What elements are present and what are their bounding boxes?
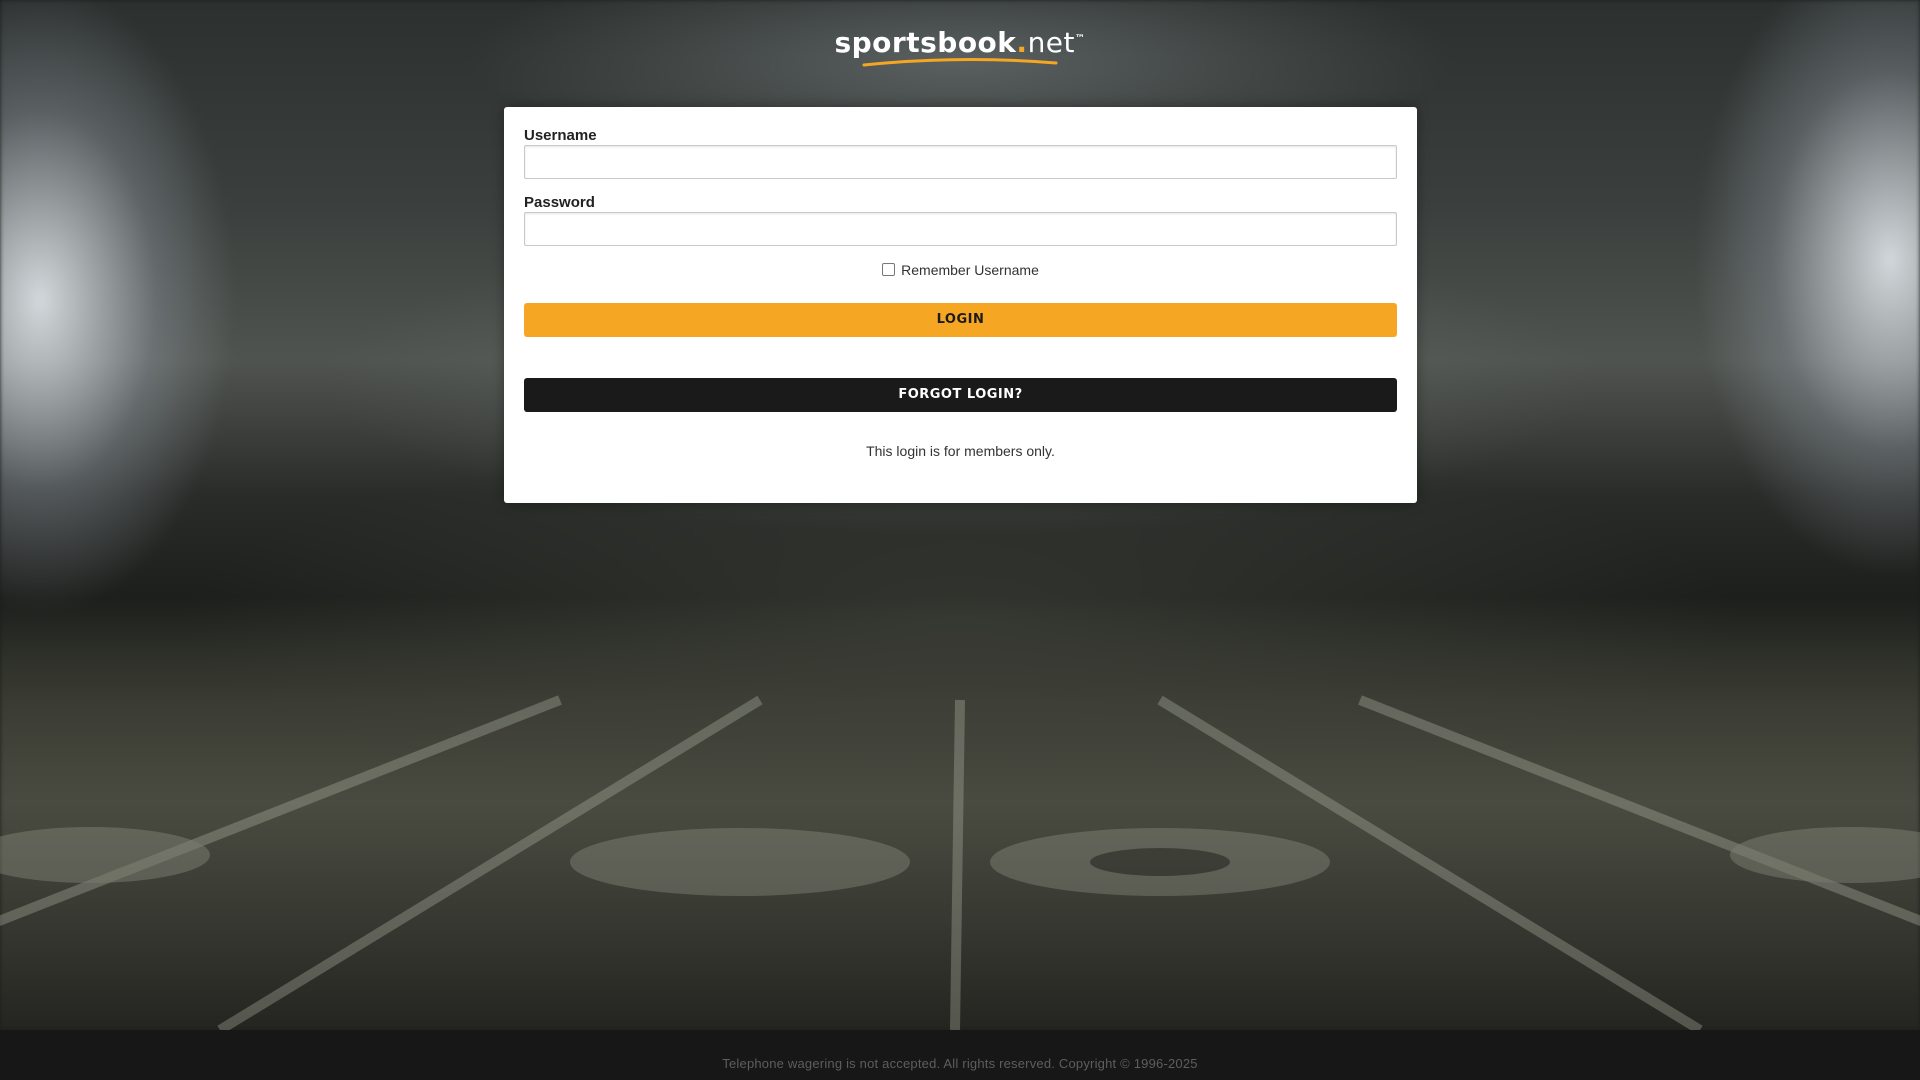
brand-dot: . [1016,26,1028,59]
remember-username-label[interactable]: Remember Username [901,262,1039,278]
members-only-note: This login is for members only. [866,443,1055,459]
username-input[interactable] [524,145,1397,179]
login-button[interactable]: LOGIN [524,303,1397,337]
password-input[interactable] [524,212,1397,246]
brand-trademark: ™ [1075,33,1086,45]
brand-logo[interactable]: sportsbook.net™ [0,26,1920,67]
brand-tld: net [1027,26,1076,59]
username-label: Username [524,127,597,144]
password-label: Password [524,194,595,211]
login-card: Username Password Remember Username LOGI… [504,107,1417,503]
forgot-login-button[interactable]: FORGOT LOGIN? [524,378,1397,412]
footer-copyright: Telephone wagering is not accepted. All … [722,1056,1198,1071]
footer-bar [0,1030,1920,1080]
remember-username-checkbox[interactable] [882,263,896,276]
remember-username-row[interactable]: Remember Username [504,262,1417,278]
brand-name: sportsbook [834,26,1017,59]
